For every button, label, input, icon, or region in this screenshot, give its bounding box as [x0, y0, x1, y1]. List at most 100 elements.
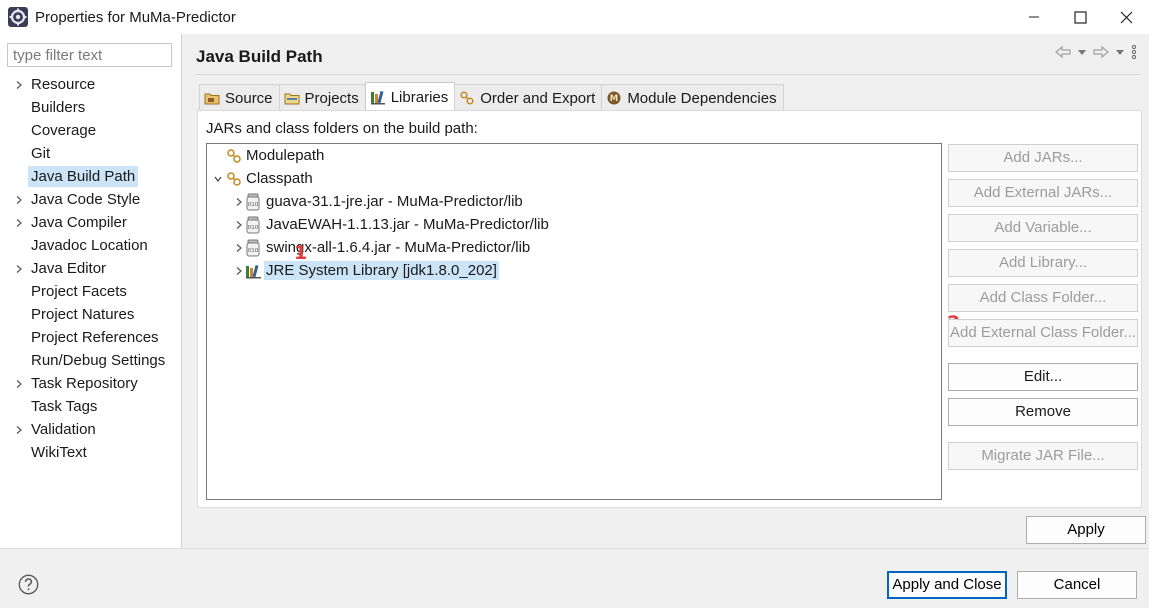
nav-item-label: Resource	[31, 76, 96, 93]
nav-item-task-repository[interactable]: Task Repository	[0, 372, 182, 395]
migrate-jar-button[interactable]: Migrate JAR File...	[948, 442, 1138, 470]
tab-source[interactable]: Source	[199, 84, 280, 111]
module-dependencies-icon: M	[606, 90, 622, 106]
property-pages-panel: Resource Builders Coverage Git Java Build Pa…	[0, 34, 182, 548]
build-path-tabs: Source Projects Libraries Order and Export M…	[199, 82, 784, 111]
tree-label: JavaEWAH-1.1.13.jar - MuMa-Predictor/lib	[266, 216, 549, 233]
libraries-tab-content: JARs and class folders on the build path…	[197, 110, 1142, 508]
tree-label: Modulepath	[246, 147, 325, 164]
nav-item-label: WikiText	[31, 444, 87, 461]
close-button[interactable]	[1103, 0, 1149, 34]
chevron-right-icon[interactable]	[14, 188, 26, 211]
tab-label: Libraries	[390, 88, 449, 106]
tree-label: guava-31.1-jre.jar - MuMa-Predictor/lib	[266, 193, 523, 210]
add-library-button[interactable]: Add Library...	[948, 249, 1138, 277]
minimize-button[interactable]	[1011, 0, 1057, 34]
tab-label: Projects	[304, 89, 359, 107]
tab-label: Order and Export	[480, 89, 596, 107]
maximize-icon	[1073, 10, 1087, 24]
edit-button[interactable]: Edit...	[948, 363, 1138, 391]
nav-item-label: Project Natures	[31, 306, 135, 323]
help-icon[interactable]	[18, 574, 39, 595]
nav-item-java-compiler[interactable]: Java Compiler	[0, 211, 182, 234]
nav-item-wikitext[interactable]: WikiText	[0, 441, 182, 464]
chevron-right-icon[interactable]	[14, 418, 26, 441]
chevron-right-icon[interactable]	[14, 257, 26, 280]
nav-item-label: Task Repository	[31, 375, 138, 392]
nav-item-project-natures[interactable]: Project Natures	[0, 303, 182, 326]
nav-item-java-code-style[interactable]: Java Code Style	[0, 188, 182, 211]
chevron-right-icon[interactable]	[231, 243, 245, 253]
tab-module-dependencies[interactable]: M Module Dependencies	[601, 84, 784, 111]
nav-item-javadoc-location[interactable]: Javadoc Location	[0, 234, 182, 257]
add-variable-button[interactable]: Add Variable...	[948, 214, 1138, 242]
annotation-marker-1: 1	[294, 242, 308, 264]
chevron-right-icon[interactable]	[14, 372, 26, 395]
nav-item-run-debug-settings[interactable]: Run/Debug Settings	[0, 349, 182, 372]
tab-projects[interactable]: Projects	[278, 84, 366, 111]
forward-dropdown-icon[interactable]	[1115, 48, 1125, 56]
apply-button[interactable]: Apply	[1026, 516, 1146, 544]
nav-item-label: Java Compiler	[31, 214, 127, 231]
tab-label: Module Dependencies	[627, 89, 777, 107]
view-menu-icon[interactable]	[1131, 44, 1137, 60]
property-pages-list: Resource Builders Coverage Git Java Build Pa…	[0, 73, 182, 464]
nav-item-java-editor[interactable]: Java Editor	[0, 257, 182, 280]
nav-item-label: Git	[31, 145, 51, 162]
nav-item-coverage[interactable]: Coverage	[0, 119, 182, 142]
nav-item-project-references[interactable]: Project References	[0, 326, 182, 349]
apply-and-close-button[interactable]: Apply and Close	[887, 571, 1007, 599]
tab-order-and-export[interactable]: Order and Export	[454, 84, 603, 111]
chevron-right-icon[interactable]	[14, 73, 26, 96]
back-arrow-icon[interactable]	[1055, 46, 1071, 58]
nav-item-validation[interactable]: Validation	[0, 418, 182, 441]
tree-node-entry[interactable]: 010 swingx-all-1.6.4.jar - MuMa-Predictor…	[231, 236, 530, 259]
classpath-icon	[225, 170, 243, 188]
add-external-jars-button[interactable]: Add External JARs...	[948, 179, 1138, 207]
svg-text:010: 010	[248, 225, 259, 231]
filter-input[interactable]	[7, 43, 172, 67]
chevron-down-icon[interactable]	[211, 174, 225, 184]
jar-icon: 010	[245, 193, 263, 211]
nav-item-label: Run/Debug Settings	[31, 352, 166, 369]
tree-node-entry[interactable]: 010 guava-31.1-jre.jar - MuMa-Predictor/l…	[231, 190, 523, 213]
modulepath-icon	[225, 147, 243, 165]
nav-item-label: Validation	[31, 421, 96, 438]
nav-item-label: Java Editor	[31, 260, 107, 277]
window-title: Properties for MuMa-Predictor	[35, 8, 236, 26]
jar-icon: 010	[245, 216, 263, 234]
chevron-right-icon[interactable]	[231, 266, 245, 276]
chevron-right-icon[interactable]	[231, 197, 245, 207]
header-divider	[196, 74, 1141, 75]
projects-icon	[284, 90, 300, 106]
add-external-class-folder-button[interactable]: Add External Class Folder...	[948, 319, 1138, 347]
nav-item-task-tags[interactable]: Task Tags	[0, 395, 182, 418]
back-dropdown-icon[interactable]	[1077, 48, 1087, 56]
remove-button[interactable]: Remove	[948, 398, 1138, 426]
tree-node-classpath[interactable]: Classpath	[211, 167, 313, 190]
nav-item-resource[interactable]: Resource	[0, 73, 182, 96]
nav-item-java-build-path[interactable]: Java Build Path	[0, 165, 182, 188]
tree-node-entry[interactable]: JRE System Library [jdk1.8.0_202]	[231, 259, 499, 282]
library-icon	[245, 262, 263, 280]
close-icon	[1120, 11, 1132, 23]
nav-item-git[interactable]: Git	[0, 142, 182, 165]
tree-node-entry[interactable]: 010 JavaEWAH-1.1.13.jar - MuMa-Predictor/…	[231, 213, 549, 236]
add-class-folder-button[interactable]: Add Class Folder...	[948, 284, 1138, 312]
nav-item-builders[interactable]: Builders	[0, 96, 182, 119]
tab-label: Source	[225, 89, 273, 107]
build-path-tree[interactable]: Modulepath Classpath 010 guava-31.1-jre.j…	[206, 143, 942, 500]
forward-arrow-icon[interactable]	[1093, 46, 1109, 58]
tab-libraries[interactable]: Libraries	[364, 82, 456, 111]
svg-text:M: M	[610, 94, 618, 104]
cancel-button[interactable]: Cancel	[1017, 571, 1137, 599]
nav-item-project-facets[interactable]: Project Facets	[0, 280, 182, 303]
nav-item-label: Javadoc Location	[31, 237, 148, 254]
chevron-right-icon[interactable]	[14, 211, 26, 234]
tree-label: Classpath	[246, 170, 313, 187]
tree-node-modulepath[interactable]: Modulepath	[211, 144, 324, 167]
chevron-right-icon[interactable]	[231, 220, 245, 230]
add-jars-button[interactable]: Add JARs...	[948, 144, 1138, 172]
nav-item-label: Java Code Style	[31, 191, 141, 208]
maximize-button[interactable]	[1057, 0, 1103, 34]
